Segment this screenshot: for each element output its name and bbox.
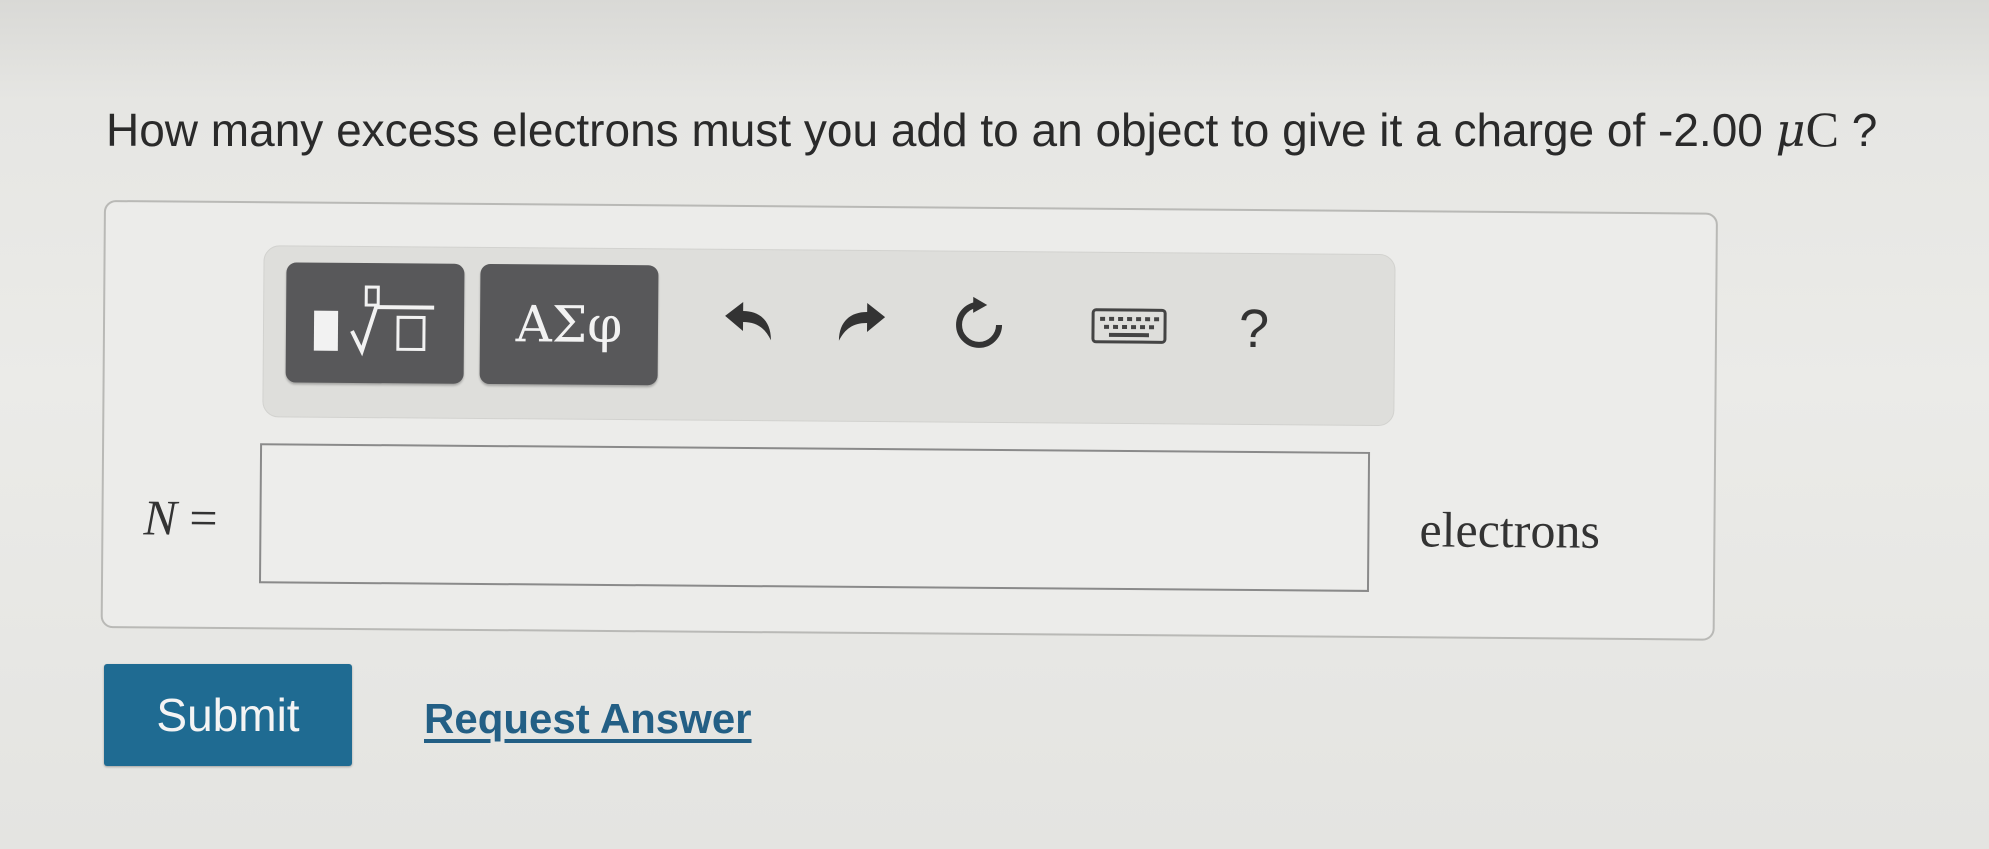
answer-input[interactable]	[258, 443, 1371, 592]
coulomb-unit: C	[1805, 101, 1839, 157]
answer-variable-label: N =	[143, 488, 218, 547]
keyboard-button[interactable]	[1084, 293, 1175, 364]
undo-button[interactable]	[714, 290, 785, 361]
micro-symbol: μ	[1775, 103, 1806, 157]
answer-unit-label: electrons	[1419, 501, 1601, 559]
question-suffix: ?	[1838, 104, 1878, 156]
help-button[interactable]: ?	[1224, 294, 1285, 364]
undo-icon	[719, 297, 779, 352]
reset-icon	[949, 294, 1010, 359]
help-label: ?	[1238, 298, 1270, 360]
equals-sign: =	[176, 489, 218, 546]
question-text: How many excess electrons must you add t…	[106, 100, 1877, 158]
redo-icon	[831, 298, 891, 353]
math-toolbar: ΑΣφ ?	[262, 245, 1396, 427]
variable-name: N	[143, 489, 178, 546]
redo-button[interactable]	[826, 291, 897, 362]
templates-button[interactable]	[285, 262, 465, 384]
greek-symbols-button[interactable]: ΑΣφ	[479, 263, 659, 386]
reset-button[interactable]	[944, 292, 1015, 363]
keyboard-icon	[1091, 305, 1167, 351]
submit-button[interactable]: Submit	[104, 664, 352, 766]
fraction-root-template-icon	[310, 282, 441, 364]
request-answer-link[interactable]: Request Answer	[424, 695, 752, 743]
question-prefix: How many excess electrons must you add t…	[106, 104, 1776, 156]
answer-panel: ΑΣφ ? N = electrons	[100, 200, 1718, 641]
greek-symbols-label: ΑΣφ	[515, 295, 623, 355]
